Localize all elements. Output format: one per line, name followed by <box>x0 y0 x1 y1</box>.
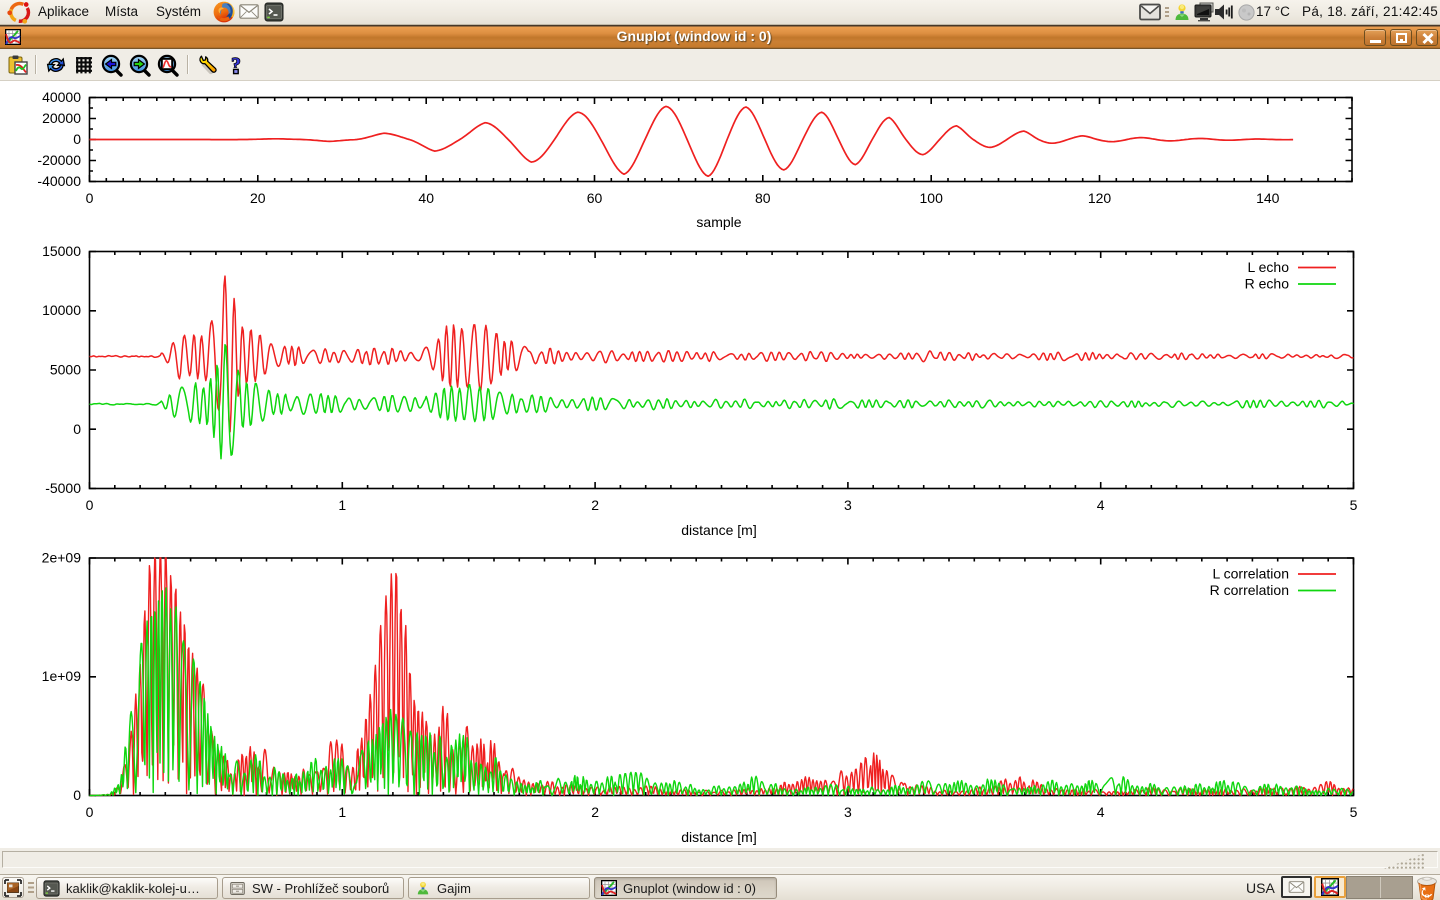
svg-text:0: 0 <box>86 497 94 513</box>
svg-text:R echo: R echo <box>1245 276 1290 292</box>
svg-text:0: 0 <box>73 787 81 803</box>
svg-text:4: 4 <box>1097 497 1105 513</box>
svg-text:2e+09: 2e+09 <box>42 550 82 566</box>
svg-text:1e+09: 1e+09 <box>42 668 82 684</box>
svg-text:5: 5 <box>1350 804 1358 820</box>
svg-text:120: 120 <box>1088 190 1112 206</box>
svg-text:20: 20 <box>250 190 266 206</box>
svg-text:distance [m]: distance [m] <box>681 829 756 845</box>
svg-text:2: 2 <box>591 497 599 513</box>
svg-text:0: 0 <box>86 190 94 206</box>
svg-text:5000: 5000 <box>50 362 81 378</box>
svg-text:0: 0 <box>73 421 81 437</box>
svg-text:-40000: -40000 <box>37 173 81 189</box>
svg-text:-20000: -20000 <box>37 152 81 168</box>
svg-text:15000: 15000 <box>42 243 81 259</box>
svg-text:L echo: L echo <box>1247 259 1289 275</box>
svg-text:1: 1 <box>338 497 346 513</box>
svg-text:20000: 20000 <box>42 110 81 126</box>
svg-text:0: 0 <box>86 804 94 820</box>
svg-text:40000: 40000 <box>42 89 81 105</box>
svg-text:1: 1 <box>338 804 346 820</box>
svg-text:distance [m]: distance [m] <box>681 522 756 538</box>
svg-text:-5000: -5000 <box>45 480 81 496</box>
svg-text:100: 100 <box>920 190 944 206</box>
svg-text:60: 60 <box>587 190 603 206</box>
svg-text:0: 0 <box>73 131 81 147</box>
svg-text:140: 140 <box>1256 190 1280 206</box>
svg-text:4: 4 <box>1097 804 1105 820</box>
svg-text:2: 2 <box>591 804 599 820</box>
svg-text:R correlation: R correlation <box>1210 582 1289 598</box>
svg-text:L correlation: L correlation <box>1212 566 1289 582</box>
svg-text:5: 5 <box>1350 497 1358 513</box>
svg-text:3: 3 <box>844 804 852 820</box>
svg-text:80: 80 <box>755 190 771 206</box>
svg-text:sample: sample <box>696 214 741 230</box>
svg-text:3: 3 <box>844 497 852 513</box>
svg-text:10000: 10000 <box>42 302 81 318</box>
svg-text:40: 40 <box>418 190 434 206</box>
